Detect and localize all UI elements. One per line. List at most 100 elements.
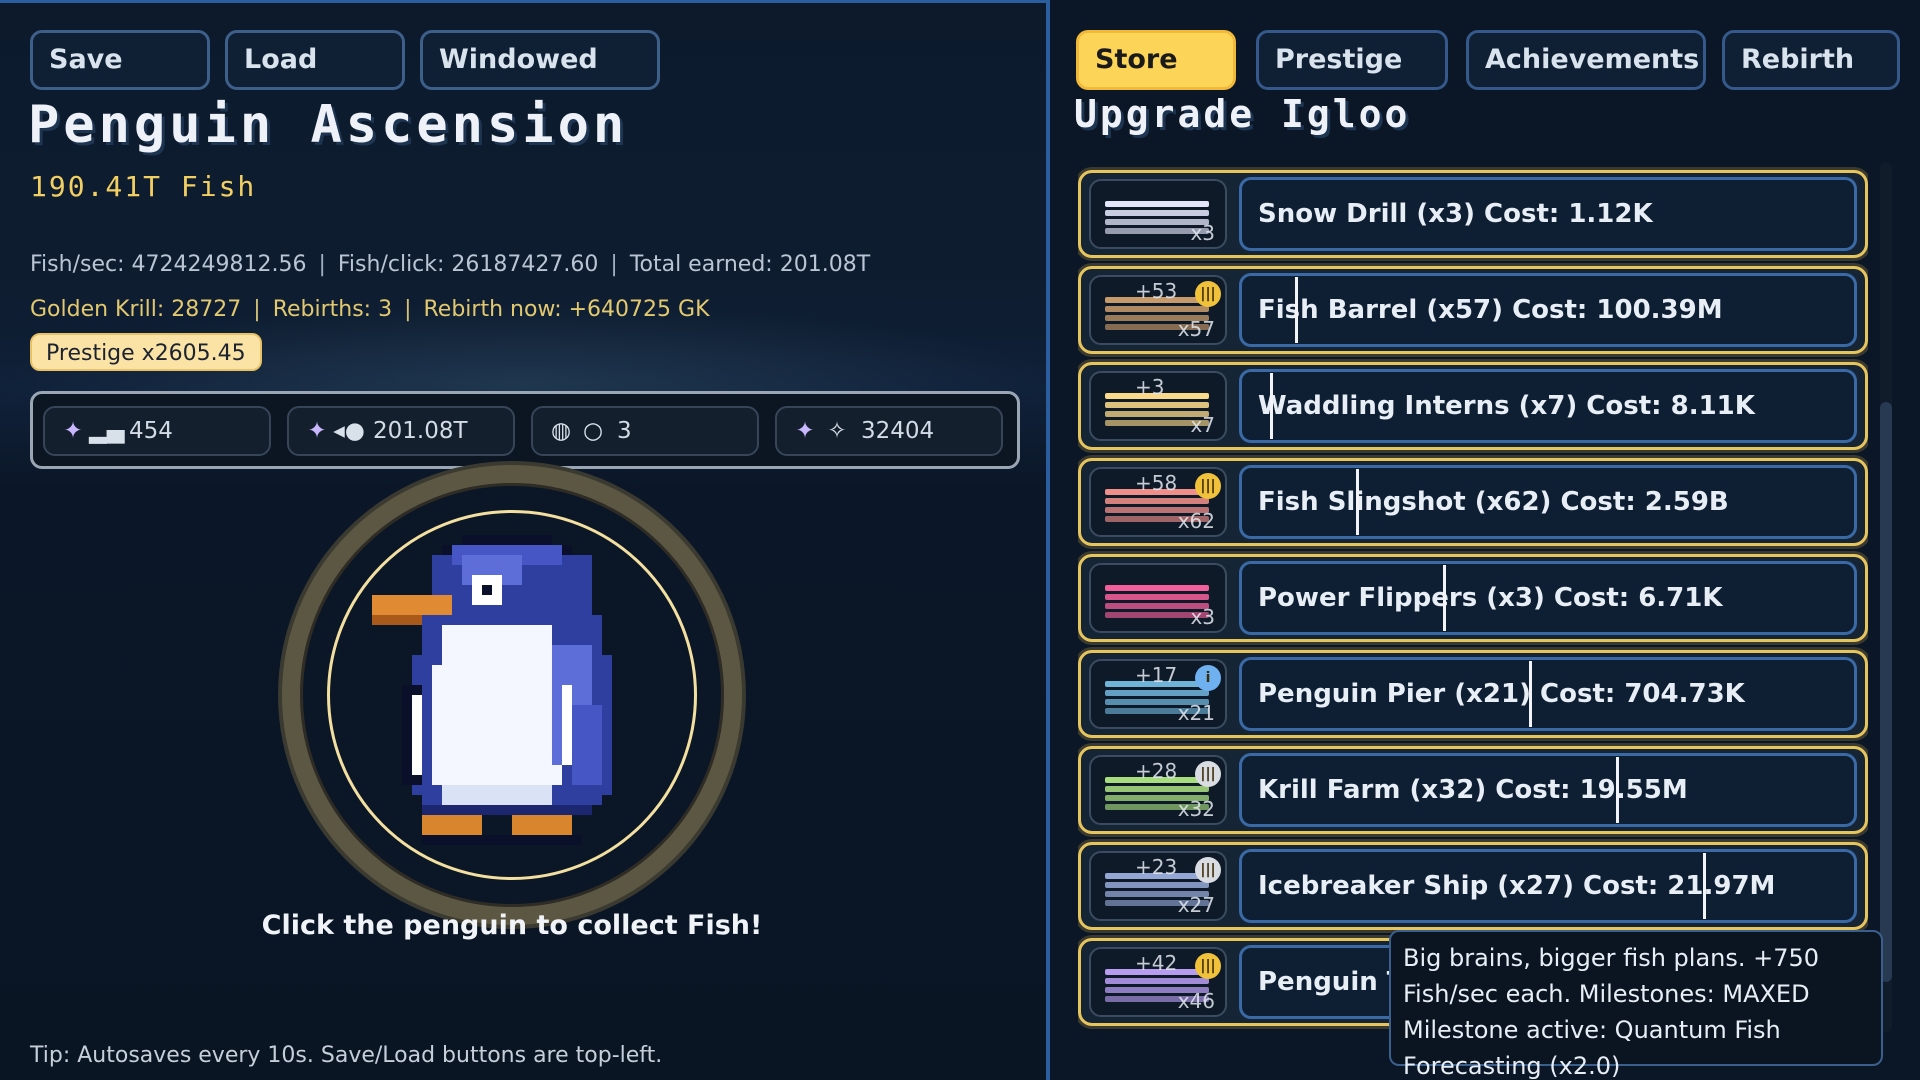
stats-line-2: Golden Krill: 28727 | Rebirths: 3 | Rebirth … [30, 297, 710, 322]
upgrade-owned-count: x62 [1177, 509, 1215, 533]
upgrade-thumbnail: +28 x32 ||| [1089, 755, 1227, 825]
game-title: Penguin Ascension [28, 95, 629, 155]
fish-per-sec: Fish/sec: 4724249812.56 [30, 252, 307, 277]
buy-upgrade-button[interactable]: Power Flippers (x3) Cost: 6.71K [1239, 561, 1857, 635]
upgrade-owned-count: x3 [1190, 221, 1215, 245]
penguin-icon [372, 535, 612, 845]
upgrade-progress-marker [1356, 469, 1359, 535]
upgrade-thumbnail: +53 x57 ||| [1089, 275, 1227, 345]
separator: | [318, 252, 326, 277]
store-item[interactable]: +53 x57 ||| Fish Barrel (x57) Cost: 100.39M [1078, 266, 1868, 354]
tab-store[interactable]: Store [1076, 30, 1236, 90]
counter-buildings: ✦ ▂▄ 454 [43, 406, 271, 456]
upgrade-bonus: +42 [1135, 951, 1178, 975]
milestone-badge-icon: ||| [1195, 761, 1221, 787]
upgrade-thumbnail: x3 [1089, 563, 1227, 633]
fish-total: 190.41T Fish [30, 170, 257, 203]
scrollbar-thumb[interactable] [1880, 402, 1892, 982]
buy-upgrade-button[interactable]: Fish Barrel (x57) Cost: 100.39M [1239, 273, 1857, 347]
tab-rebirth[interactable]: Rebirth [1722, 30, 1900, 90]
counter-fish: ✦ ◂● 201.08T [287, 406, 515, 456]
buy-upgrade-button[interactable]: Krill Farm (x32) Cost: 19.55M [1239, 753, 1857, 827]
upgrade-bonus: +58 [1135, 471, 1178, 495]
tab-achievements[interactable]: Achievements [1466, 30, 1706, 90]
stats-line-1: Fish/sec: 4724249812.56 | Fish/click: 2618… [30, 252, 870, 277]
golden-krill: Golden Krill: 28727 [30, 297, 242, 322]
tab-prestige[interactable]: Prestige [1256, 30, 1448, 90]
load-button[interactable]: Load [225, 30, 405, 90]
store-item[interactable]: +28 x32 ||| Krill Farm (x32) Cost: 19.55M [1078, 746, 1868, 834]
buy-upgrade-button[interactable]: Penguin Pier (x21) Cost: 704.73K [1239, 657, 1857, 731]
upgrade-thumbnail: +42 x46 ||| [1089, 947, 1227, 1017]
rebirth-now: Rebirth now: +640725 GK [423, 297, 710, 322]
penguin-click-target[interactable] [282, 465, 742, 925]
upgrade-thumbnail: +3 x7 [1089, 371, 1227, 441]
counter-value: 201.08T [373, 418, 468, 444]
star-icon: ✦ [63, 418, 83, 444]
upgrade-progress-marker [1270, 373, 1273, 439]
store-item-list[interactable]: x3 Snow Drill (x3) Cost: 1.12K +53 x57 ||| Fi… [1078, 162, 1868, 1032]
upgrade-progress-marker [1443, 565, 1446, 631]
upgrade-thumbnail: x3 [1089, 179, 1227, 249]
upgrade-thumbnail: +23 x27 ||| [1089, 851, 1227, 921]
upgrade-bonus: +17 [1135, 663, 1178, 687]
rebirths-count: Rebirths: 3 [272, 297, 393, 322]
autosave-tip: Tip: Autosaves every 10s. Save/Load butt… [30, 1043, 663, 1068]
separator: | [404, 297, 412, 322]
prestige-multiplier-badge: Prestige x2605.45 [30, 333, 262, 371]
upgrade-bonus: +28 [1135, 759, 1178, 783]
buy-upgrade-button[interactable]: Fish Slingshot (x62) Cost: 2.59B [1239, 465, 1857, 539]
upgrade-progress-marker [1616, 757, 1619, 823]
upgrade-bonus: +23 [1135, 855, 1178, 879]
upgrade-thumbnail: +17 x21 i [1089, 659, 1227, 729]
buy-upgrade-button[interactable]: Waddling Interns (x7) Cost: 8.11K [1239, 369, 1857, 443]
rebirth-icon: ○ [582, 418, 604, 444]
upgrade-owned-count: x27 [1177, 893, 1215, 917]
counter-value: 3 [617, 418, 632, 444]
star-icon: ✦ [307, 418, 327, 444]
store-item[interactable]: +23 x27 ||| Icebreaker Ship (x27) Cost: 21.… [1078, 842, 1868, 930]
store-item[interactable]: +3 x7 Waddling Interns (x7) Cost: 8.11K [1078, 362, 1868, 450]
coin-icon: ◍ [550, 418, 572, 444]
store-item[interactable]: +58 x62 ||| Fish Slingshot (x62) Cost: 2.59… [1078, 458, 1868, 546]
counter-value: 32404 [861, 418, 935, 444]
separator: | [253, 297, 261, 322]
upgrade-tooltip: Big brains, bigger fish plans. +750 Fish… [1389, 930, 1883, 1080]
milestone-badge-icon: ||| [1195, 857, 1221, 883]
upgrade-progress-marker [1295, 277, 1298, 343]
windowed-button[interactable]: Windowed [420, 30, 660, 90]
upgrade-progress-marker [1529, 661, 1532, 727]
milestone-badge-icon: i [1195, 665, 1221, 691]
star-icon: ✦ [795, 418, 815, 444]
store-item[interactable]: x3 Power Flippers (x3) Cost: 6.71K [1078, 554, 1868, 642]
game-panel: Save Load Windowed Penguin Ascension 190… [0, 0, 1050, 1080]
counter-sparkle: ✦ ✧ 32404 [775, 406, 1003, 456]
upgrade-owned-count: x46 [1177, 989, 1215, 1013]
milestone-badge-icon: ||| [1195, 473, 1221, 499]
section-title: Upgrade Igloo [1074, 92, 1411, 136]
sparkle-icon: ✧ [827, 418, 847, 444]
upgrade-thumbnail: +58 x62 ||| [1089, 467, 1227, 537]
counter-rebirth: ◍ ○ 3 [531, 406, 759, 456]
upgrade-owned-count: x57 [1177, 317, 1215, 341]
total-earned: Total earned: 201.08T [629, 252, 871, 277]
separator: | [610, 252, 618, 277]
store-item[interactable]: x3 Snow Drill (x3) Cost: 1.12K [1078, 170, 1868, 258]
resource-counter-bar: ✦ ▂▄ 454 ✦ ◂● 201.08T ◍ ○ 3 ✦ ✧ 32404 [30, 391, 1020, 469]
milestone-badge-icon: ||| [1195, 281, 1221, 307]
counter-value: 454 [129, 418, 173, 444]
fish-icon: ◂● [333, 418, 365, 444]
milestone-badge-icon: ||| [1195, 953, 1221, 979]
save-button[interactable]: Save [30, 30, 210, 90]
store-scrollbar[interactable] [1880, 162, 1892, 1032]
buildings-icon: ▂▄ [89, 418, 125, 444]
upgrade-owned-count: x21 [1177, 701, 1215, 725]
buy-upgrade-button[interactable]: Snow Drill (x3) Cost: 1.12K [1239, 177, 1857, 251]
store-panel: Store Prestige Achievements Rebirth Upgr… [1054, 0, 1920, 1080]
click-hint: Click the penguin to collect Fish! [261, 910, 763, 941]
upgrade-bonus: +3 [1135, 375, 1165, 399]
buy-upgrade-button[interactable]: Icebreaker Ship (x27) Cost: 21.97M [1239, 849, 1857, 923]
upgrade-owned-count: x32 [1177, 797, 1215, 821]
store-item[interactable]: +17 x21 i Penguin Pier (x21) Cost: 704.73K [1078, 650, 1868, 738]
upgrade-bonus: +53 [1135, 279, 1178, 303]
